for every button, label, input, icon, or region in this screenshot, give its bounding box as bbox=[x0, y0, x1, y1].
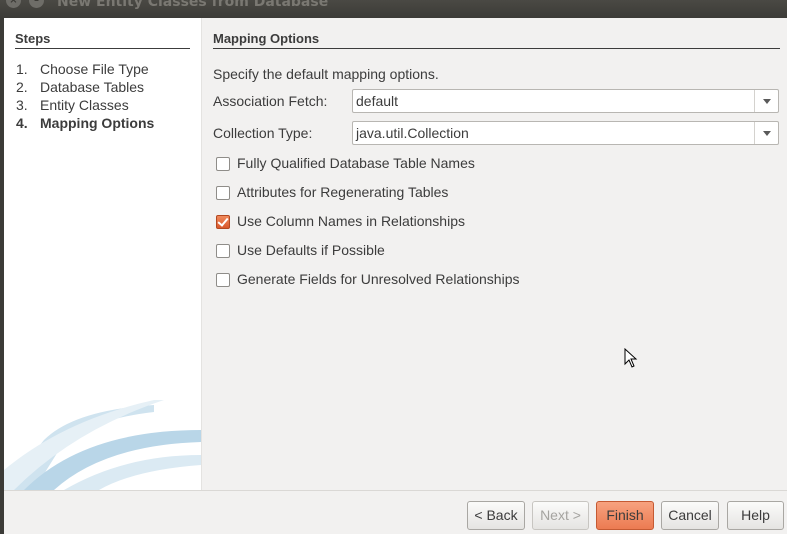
chevron-down-icon[interactable] bbox=[754, 90, 778, 112]
step-number: 1. bbox=[16, 61, 28, 77]
back-button[interactable]: < Back bbox=[467, 501, 525, 530]
background-editor-strip bbox=[0, 534, 787, 538]
close-window-icon[interactable]: × bbox=[6, 0, 21, 8]
step-label: Choose File Type bbox=[40, 61, 149, 77]
title-bar: × – New Entity Classes from Database bbox=[0, 0, 787, 18]
steps-heading: Steps bbox=[15, 31, 190, 49]
button-bar-separator bbox=[4, 490, 787, 491]
option-label: Use Column Names in Relationships bbox=[237, 213, 465, 229]
step-number: 3. bbox=[16, 97, 28, 113]
next-button[interactable]: Next > bbox=[532, 501, 589, 530]
step-number: 4. bbox=[16, 115, 28, 131]
association-fetch-combo[interactable]: default bbox=[352, 89, 779, 113]
checkbox[interactable] bbox=[216, 186, 230, 200]
wizard-banner-art bbox=[4, 400, 201, 490]
checkbox[interactable] bbox=[216, 157, 230, 171]
minimize-window-icon[interactable]: – bbox=[29, 0, 44, 8]
option-label: Fully Qualified Database Table Names bbox=[237, 155, 475, 171]
mapping-options-panel: Mapping Options Specify the default mapp… bbox=[202, 18, 787, 490]
step-label: Database Tables bbox=[40, 79, 145, 95]
step-number: 2. bbox=[16, 79, 28, 95]
checkbox[interactable] bbox=[216, 244, 230, 258]
association-fetch-value: default bbox=[356, 93, 399, 109]
panel-description: Specify the default mapping options. bbox=[213, 66, 439, 82]
collection-type-combo[interactable]: java.util.Collection bbox=[352, 121, 779, 145]
collection-type-value: java.util.Collection bbox=[356, 125, 469, 141]
step-mapping-options: 4. Mapping Options bbox=[16, 115, 154, 131]
checkbox-checked[interactable] bbox=[216, 215, 230, 229]
checkbox[interactable] bbox=[216, 273, 230, 287]
collection-type-label: Collection Type: bbox=[213, 125, 313, 141]
steps-panel: Steps 1. Choose File Type 2. Database Tabl… bbox=[4, 18, 201, 490]
step-label: Mapping Options bbox=[40, 115, 155, 131]
option-label: Generate Fields for Unresolved Relations… bbox=[237, 271, 520, 287]
step-database-tables: 2. Database Tables bbox=[16, 79, 144, 95]
step-entity-classes: 3. Entity Classes bbox=[16, 97, 129, 113]
option-label: Use Defaults if Possible bbox=[237, 242, 385, 258]
panel-title: Mapping Options bbox=[213, 31, 780, 49]
chevron-down-icon[interactable] bbox=[754, 122, 778, 144]
finish-button[interactable]: Finish bbox=[596, 501, 654, 530]
step-label: Entity Classes bbox=[40, 97, 129, 113]
cancel-button[interactable]: Cancel bbox=[661, 501, 719, 530]
mouse-pointer-icon bbox=[624, 348, 638, 368]
step-choose-file-type: 1. Choose File Type bbox=[16, 61, 149, 77]
help-button[interactable]: Help bbox=[727, 501, 784, 530]
window-title: New Entity Classes from Database bbox=[57, 0, 329, 10]
association-fetch-label: Association Fetch: bbox=[213, 93, 328, 109]
wizard-dialog: Steps 1. Choose File Type 2. Database Tabl… bbox=[4, 18, 787, 534]
option-label: Attributes for Regenerating Tables bbox=[237, 184, 449, 200]
